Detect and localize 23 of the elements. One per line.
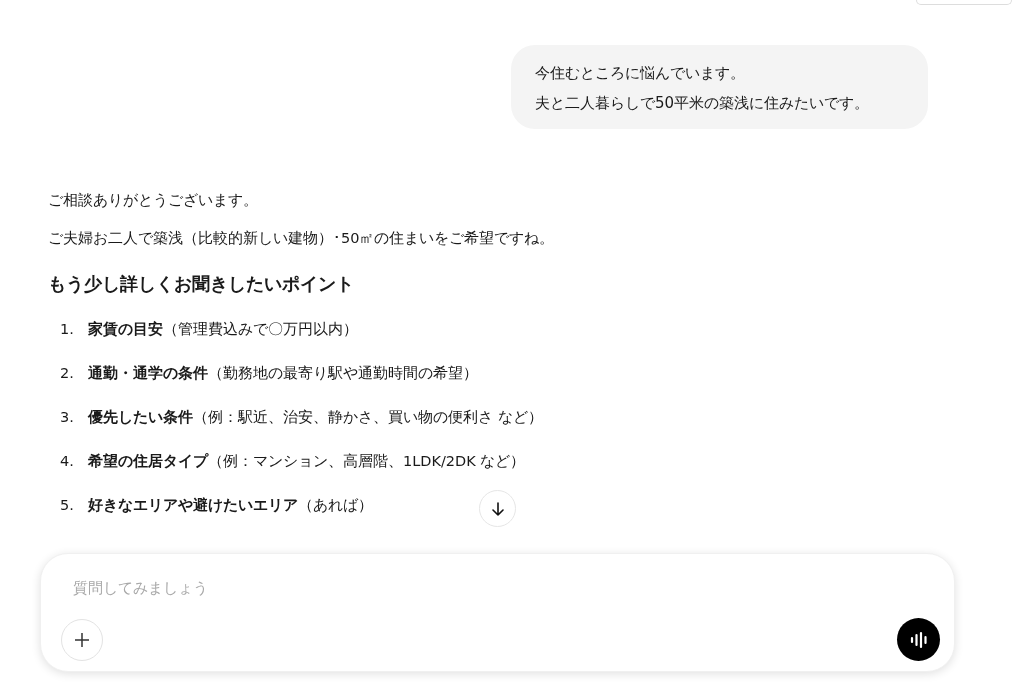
list-number: 3.	[60, 408, 75, 427]
voice-button[interactable]	[897, 618, 940, 661]
list-item-text: 希望の住居タイプ（例：マンション、高層階、1LDK/2DK など）	[88, 452, 526, 471]
reply-text: ご夫婦お二人で築浅（比較的新しい建物）･50㎡の住まいをご希望ですね。	[48, 229, 556, 248]
list-number: 4.	[60, 452, 75, 471]
arrow-down-icon	[489, 500, 506, 517]
plus-icon	[74, 631, 90, 648]
list-item-text: 好きなエリアや避けたいエリア（あれば）	[88, 496, 373, 515]
list-item-text: 家賃の目安（管理費込みで〇万円以内）	[88, 320, 358, 339]
section-heading: もう少し詳しくお聞きしたいポイント	[48, 272, 355, 296]
list-number: 2.	[60, 364, 75, 383]
scroll-down-button[interactable]	[479, 490, 516, 527]
message-input[interactable]: 質問してみましょう	[61, 572, 940, 604]
message-field[interactable]: 質問してみましょう	[40, 553, 955, 672]
sound-wave-icon	[908, 630, 929, 649]
reply-text: ご相談ありがとうございます。	[48, 191, 259, 210]
message-text: 今住むところに悩んでいます。	[535, 63, 746, 84]
list-item-text: 優先したい条件（例：駅近、治安、静かさ、買い物の便利さ など）	[88, 408, 543, 427]
list-number: 5.	[60, 496, 75, 515]
message-text: 夫と二人暮らしで50平米の築浅に住みたいです。	[535, 93, 871, 114]
list-number: 1.	[60, 320, 75, 339]
list-item-text: 通勤・通学の条件（勤務地の最寄り駅や通勤時間の希望）	[88, 364, 478, 383]
add-button[interactable]	[61, 618, 103, 661]
